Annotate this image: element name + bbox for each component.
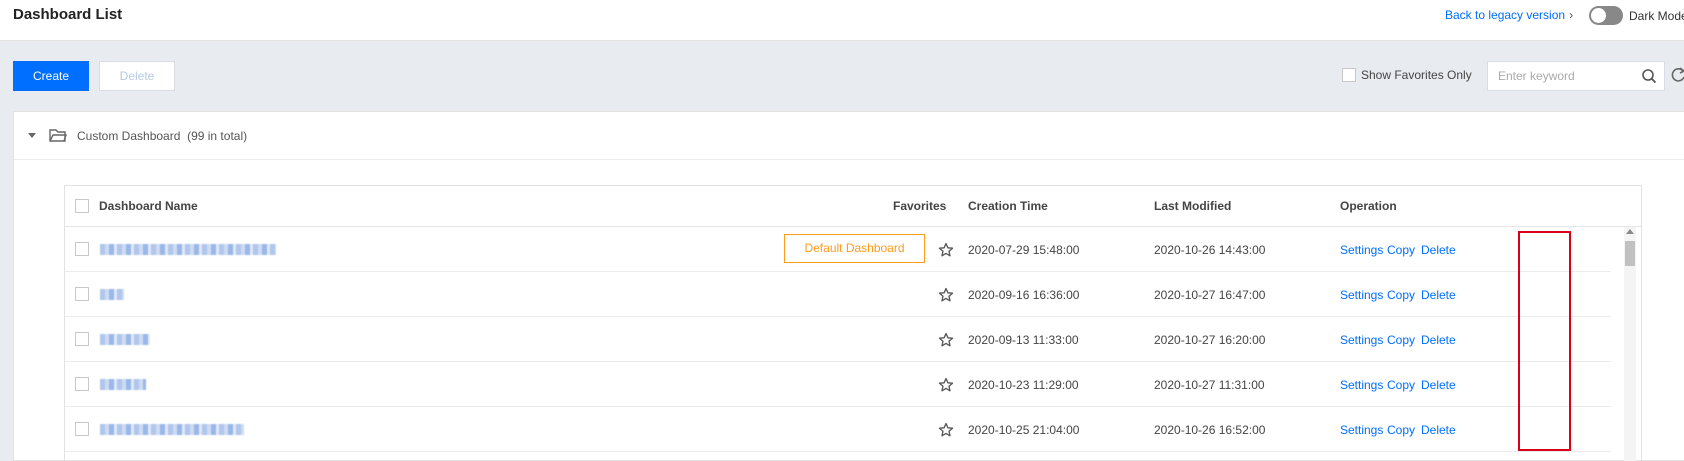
favorites-only-filter[interactable]: Show Favorites Only: [1342, 68, 1472, 82]
settings-link[interactable]: Settings: [1340, 333, 1383, 347]
star-icon[interactable]: [938, 242, 954, 258]
table-row: 2020-10-25 21:04:00 2020-10-26 16:52:00 …: [65, 407, 1611, 452]
col-favorites: Favorites: [893, 199, 947, 213]
dark-mode-toggle[interactable]: [1589, 6, 1623, 25]
dashboard-table: Dashboard Name Favorites Creation Time L…: [64, 185, 1642, 461]
folder-header[interactable]: Custom Dashboard (99 in total): [14, 112, 1684, 160]
delete-link[interactable]: Delete: [1421, 378, 1456, 392]
scroll-thumb[interactable]: [1625, 241, 1635, 266]
top-bar: Dashboard List Back to legacy version › …: [0, 0, 1684, 41]
delete-column-highlight: [1518, 231, 1571, 451]
star-icon[interactable]: [938, 377, 954, 393]
creation-time: 2020-10-23 11:29:00: [968, 378, 1079, 392]
folder-label: Custom Dashboard (99 in total): [77, 129, 247, 143]
folder-icon: [49, 129, 67, 142]
star-icon[interactable]: [938, 287, 954, 303]
favorites-only-label: Show Favorites Only: [1361, 68, 1472, 82]
last-modified: 2020-10-26 14:43:00: [1154, 243, 1266, 257]
folder-name: Custom Dashboard: [77, 129, 181, 143]
row-checkbox[interactable]: [75, 422, 89, 436]
favorites-only-checkbox[interactable]: [1342, 68, 1356, 82]
table-row: Default Dashboard 2020-07-29 15:48:00 20…: [65, 227, 1611, 272]
col-last-modified: Last Modified: [1154, 199, 1232, 213]
delete-link[interactable]: Delete: [1421, 423, 1456, 437]
table-header: Dashboard Name Favorites Creation Time L…: [65, 186, 1641, 227]
creation-time: 2020-09-13 11:33:00: [968, 333, 1079, 347]
settings-link[interactable]: Settings: [1340, 423, 1383, 437]
row-checkbox[interactable]: [75, 287, 89, 301]
refresh-icon[interactable]: [1670, 66, 1684, 84]
search-box[interactable]: [1487, 61, 1665, 91]
row-checkbox[interactable]: [75, 242, 89, 256]
search-icon[interactable]: [1641, 68, 1657, 84]
dashboard-name-redacted[interactable]: [100, 379, 146, 390]
dark-mode-label: Dark Mode: [1629, 9, 1684, 23]
col-creation-time: Creation Time: [968, 199, 1048, 213]
default-dashboard-tag: Default Dashboard: [784, 234, 925, 263]
row-checkbox[interactable]: [75, 332, 89, 346]
star-icon[interactable]: [938, 332, 954, 348]
creation-time: 2020-10-25 21:04:00: [968, 423, 1080, 437]
last-modified: 2020-10-27 11:31:00: [1154, 378, 1265, 392]
copy-link[interactable]: Copy: [1387, 423, 1415, 437]
creation-time: 2020-09-16 16:36:00: [968, 288, 1080, 302]
delete-link[interactable]: Delete: [1421, 243, 1456, 257]
dashboard-name-redacted[interactable]: [100, 289, 124, 300]
caret-down-icon[interactable]: [28, 133, 36, 138]
last-modified: 2020-10-27 16:20:00: [1154, 333, 1266, 347]
copy-link[interactable]: Copy: [1387, 378, 1415, 392]
legacy-link-label: Back to legacy version: [1445, 8, 1566, 22]
table-row: 2020-10-23 11:29:00 2020-10-27 11:31:00 …: [65, 362, 1611, 407]
toggle-knob: [1591, 8, 1606, 23]
create-button[interactable]: Create: [13, 61, 89, 91]
last-modified: 2020-10-27 16:47:00: [1154, 288, 1266, 302]
search-input[interactable]: [1498, 68, 1638, 84]
copy-link[interactable]: Copy: [1387, 243, 1415, 257]
copy-link[interactable]: Copy: [1387, 333, 1415, 347]
back-to-legacy-link[interactable]: Back to legacy version ›: [1445, 8, 1573, 22]
folder-count-suffix: in total): [204, 129, 248, 143]
page-title: Dashboard List: [13, 6, 123, 23]
settings-link[interactable]: Settings: [1340, 288, 1383, 302]
col-operation: Operation: [1340, 199, 1397, 213]
col-dashboard-name: Dashboard Name: [99, 199, 198, 213]
chevron-right-icon: ›: [1569, 8, 1574, 22]
dashboard-name-redacted[interactable]: [100, 424, 244, 435]
copy-link[interactable]: Copy: [1387, 288, 1415, 302]
table-row: 2020-09-13 11:33:00 2020-10-27 16:20:00 …: [65, 317, 1611, 362]
dashboard-name-redacted[interactable]: [100, 334, 150, 345]
scroll-up-arrow[interactable]: [1626, 229, 1634, 234]
dashboard-panel: Custom Dashboard (99 in total) Dashboard…: [13, 111, 1684, 461]
dashboard-name-redacted[interactable]: [100, 244, 276, 255]
creation-time: 2020-07-29 15:48:00: [968, 243, 1080, 257]
settings-link[interactable]: Settings: [1340, 243, 1383, 257]
folder-count: 99: [191, 129, 205, 143]
select-all-checkbox[interactable]: [75, 199, 89, 213]
delete-link[interactable]: Delete: [1421, 333, 1456, 347]
table-scrollbar[interactable]: [1624, 227, 1636, 461]
star-icon[interactable]: [938, 422, 954, 438]
table-row: 2020-09-16 16:36:00 2020-10-27 16:47:00 …: [65, 272, 1611, 317]
settings-link[interactable]: Settings: [1340, 378, 1383, 392]
delete-link[interactable]: Delete: [1421, 288, 1456, 302]
delete-button[interactable]: Delete: [99, 61, 175, 91]
row-checkbox[interactable]: [75, 377, 89, 391]
last-modified: 2020-10-26 16:52:00: [1154, 423, 1266, 437]
